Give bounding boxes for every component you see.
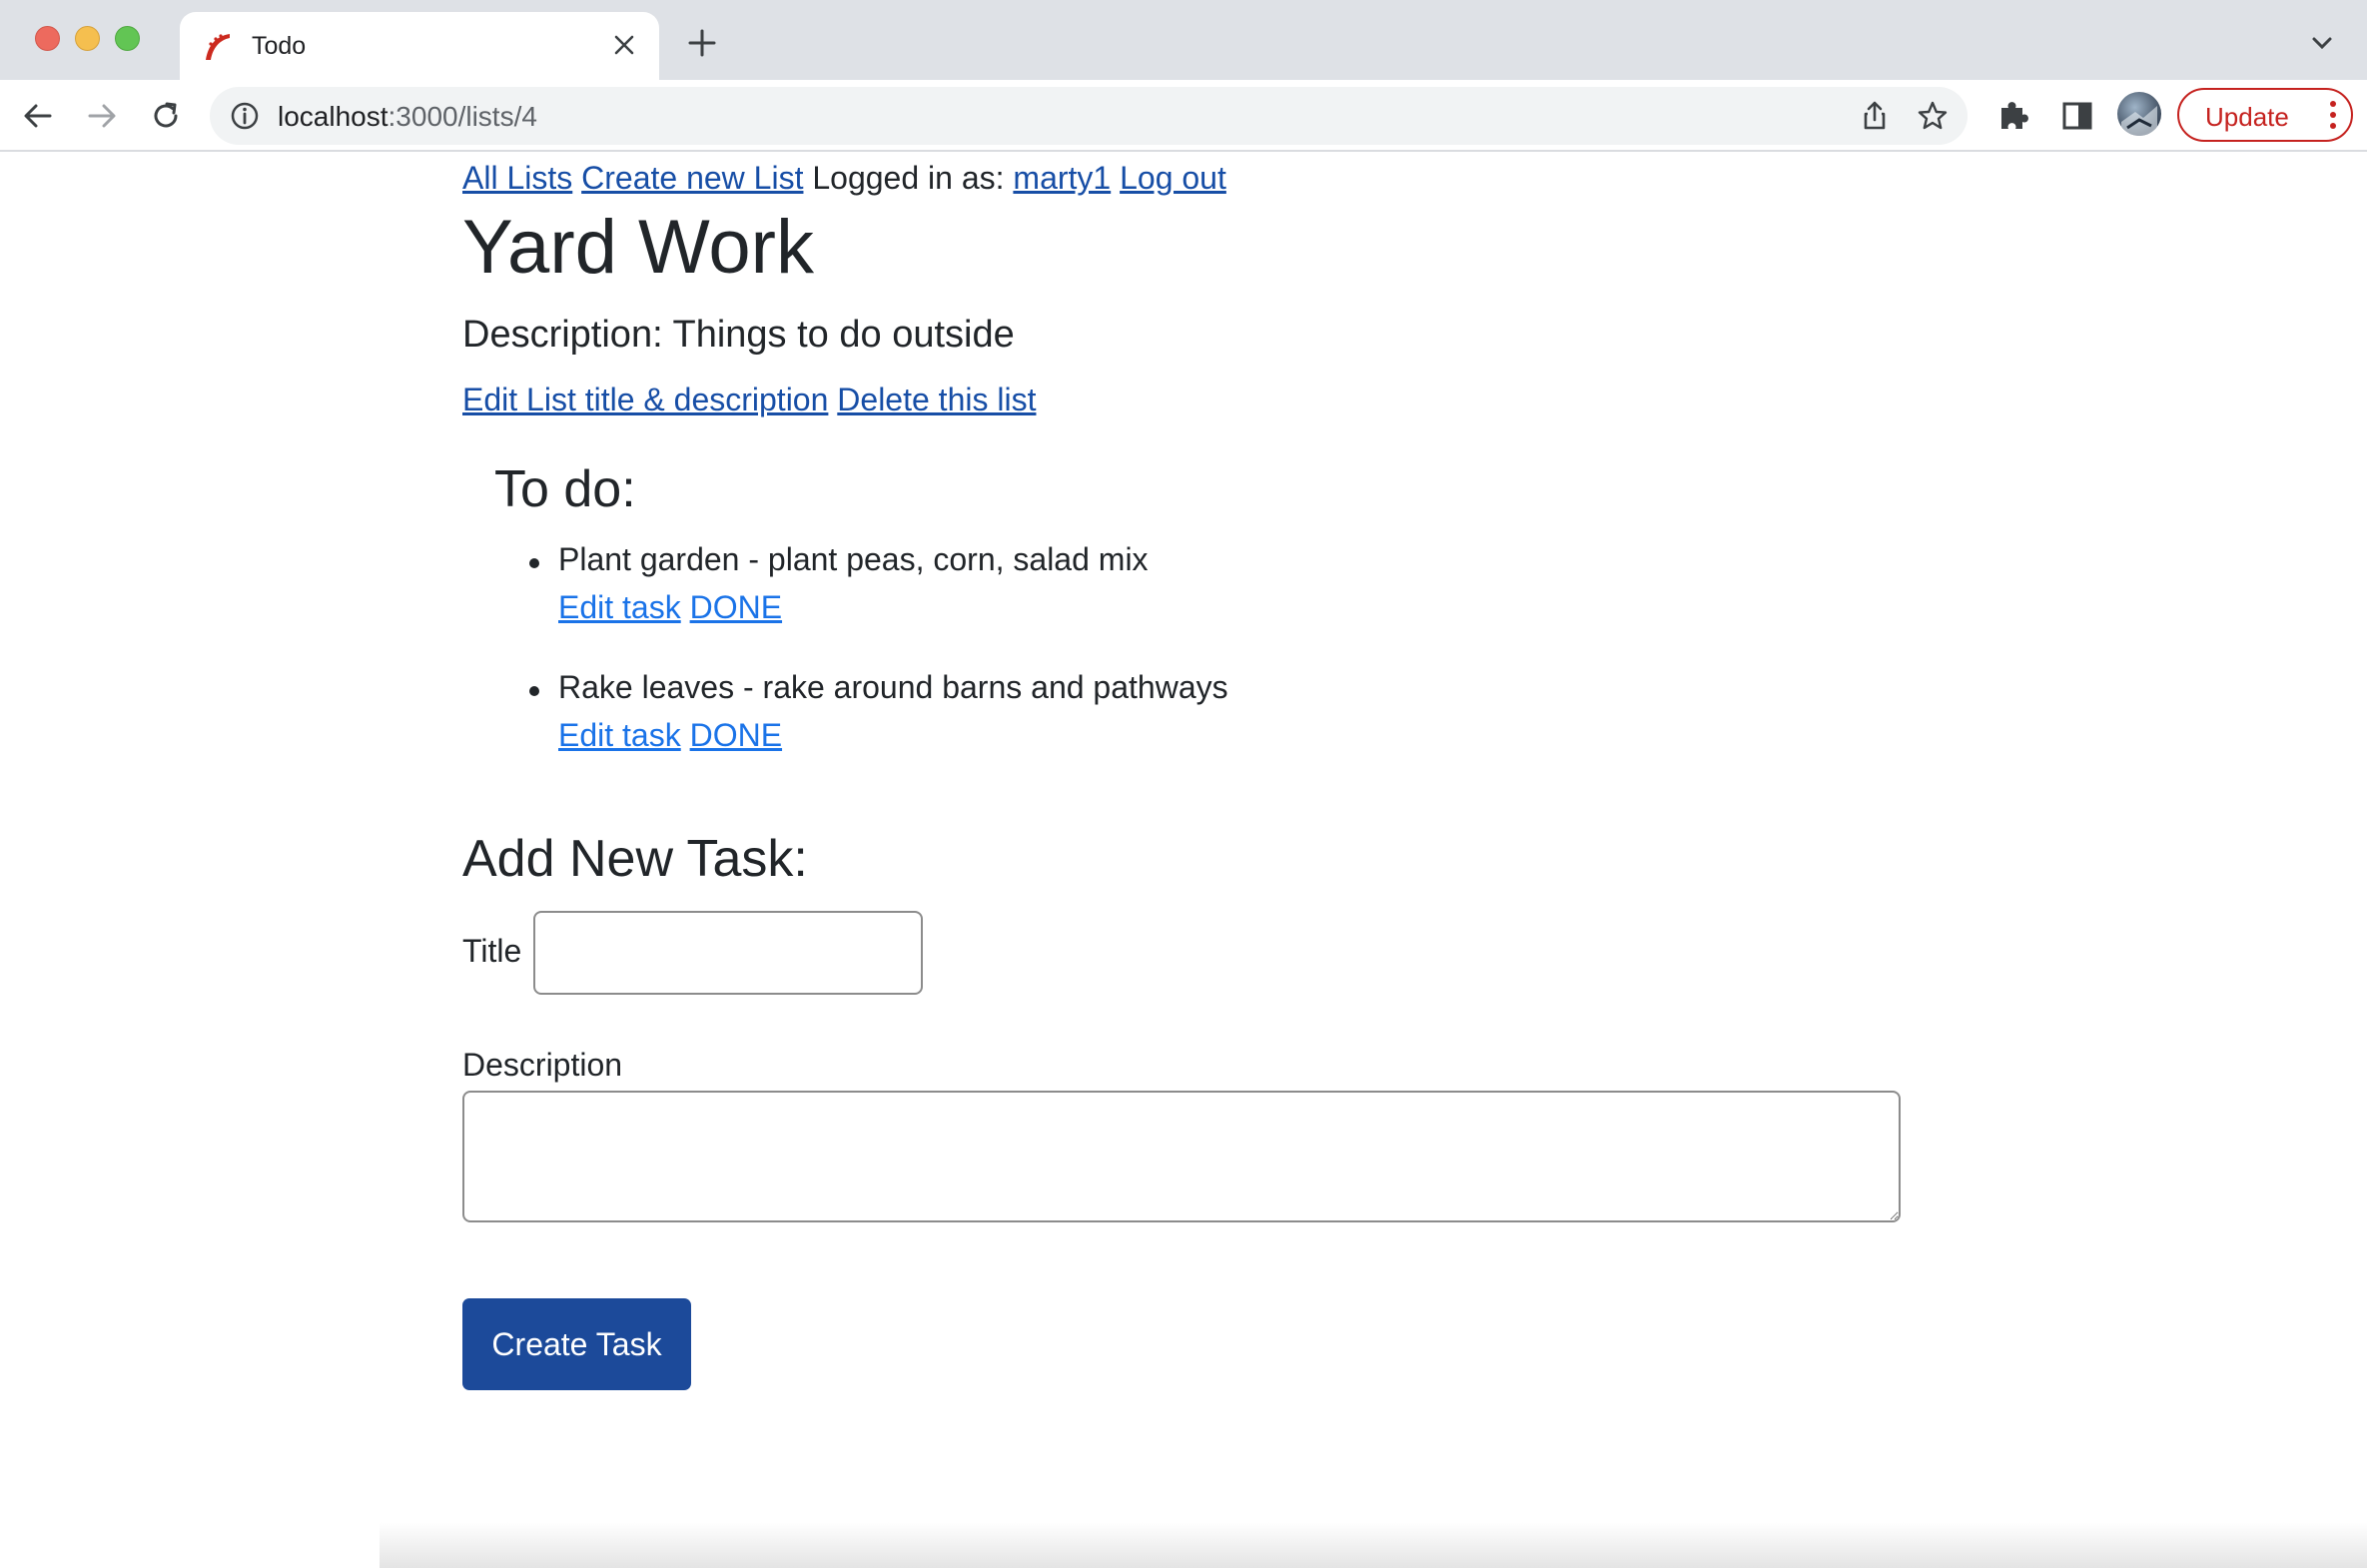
update-browser-button[interactable]: Update xyxy=(2177,88,2353,142)
new-tab-button[interactable] xyxy=(682,24,722,64)
task-actions: Edit task DONE xyxy=(558,717,782,754)
close-icon xyxy=(614,35,634,55)
active-tab[interactable]: Todo xyxy=(180,12,659,80)
all-lists-link[interactable]: All Lists xyxy=(462,160,572,196)
chevron-down-icon[interactable] xyxy=(2307,28,2337,58)
browser-toolbar: localhost:3000/lists/4 xyxy=(0,80,2367,152)
tab-strip: Todo xyxy=(0,0,2367,80)
title-input[interactable] xyxy=(533,911,923,995)
url-host: localhost xyxy=(278,101,389,132)
bottom-shadow xyxy=(380,1522,2367,1568)
logout-link[interactable]: Log out xyxy=(1120,160,1226,196)
description-label: Description xyxy=(462,1047,623,1083)
list-actions: Edit List title & description Delete thi… xyxy=(462,382,1036,418)
logged-in-label: Logged in as: xyxy=(812,160,1005,196)
bullet-icon xyxy=(529,686,539,696)
description-textarea[interactable] xyxy=(462,1091,1901,1222)
list-description: Description: Things to do outside xyxy=(462,314,1015,356)
bullet-icon xyxy=(529,558,539,568)
reload-button[interactable] xyxy=(144,94,188,138)
done-task-link[interactable]: DONE xyxy=(690,589,782,625)
maximize-window-button[interactable] xyxy=(115,26,140,51)
forward-arrow-icon xyxy=(88,104,116,128)
kebab-menu-icon[interactable] xyxy=(2329,100,2337,130)
add-task-heading: Add New Task: xyxy=(462,830,808,888)
task-text: Rake leaves - rake around barns and path… xyxy=(558,669,1228,705)
create-task-button[interactable]: Create Task xyxy=(462,1298,691,1390)
page-content: All Lists Create new List Logged in as: … xyxy=(0,154,2367,1568)
task-text: Plant garden - plant peas, corn, salad m… xyxy=(558,541,1149,577)
rails-favicon xyxy=(206,34,230,60)
close-tab-button[interactable] xyxy=(607,28,641,62)
create-list-link[interactable]: Create new List xyxy=(581,160,803,196)
puzzle-icon[interactable] xyxy=(1993,96,2033,136)
address-bar[interactable]: localhost:3000/lists/4 xyxy=(210,87,1968,145)
back-arrow-icon xyxy=(24,104,52,128)
edit-task-link[interactable]: Edit task xyxy=(558,717,681,753)
forward-button[interactable] xyxy=(80,94,124,138)
update-label: Update xyxy=(2205,102,2289,132)
share-icon[interactable] xyxy=(1858,99,1892,133)
profile-avatar[interactable] xyxy=(2117,92,2161,136)
task-actions: Edit task DONE xyxy=(558,589,782,626)
url-path: :3000/lists/4 xyxy=(388,101,537,132)
edit-task-link[interactable]: Edit task xyxy=(558,589,681,625)
profile-photo-icon xyxy=(2121,106,2157,136)
plus-icon xyxy=(688,29,716,57)
top-navigation: All Lists Create new List Logged in as: … xyxy=(462,160,1226,197)
reload-icon xyxy=(154,102,178,128)
username-link[interactable]: marty1 xyxy=(1013,160,1111,196)
done-task-link[interactable]: DONE xyxy=(690,717,782,753)
back-button[interactable] xyxy=(16,94,60,138)
close-window-button[interactable] xyxy=(35,26,60,51)
info-icon[interactable] xyxy=(230,101,260,131)
edit-list-link[interactable]: Edit List title & description xyxy=(462,382,828,417)
url-text[interactable]: localhost:3000/lists/4 xyxy=(278,101,537,133)
todo-heading: To do: xyxy=(494,460,636,518)
title-label: Title xyxy=(462,933,522,969)
tab-title: Todo xyxy=(252,32,307,60)
minimize-window-button[interactable] xyxy=(75,26,100,51)
delete-list-link[interactable]: Delete this list xyxy=(837,382,1036,417)
star-icon[interactable] xyxy=(1916,99,1950,133)
side-panel-icon[interactable] xyxy=(2057,96,2097,136)
list-title: Yard Work xyxy=(462,205,814,290)
